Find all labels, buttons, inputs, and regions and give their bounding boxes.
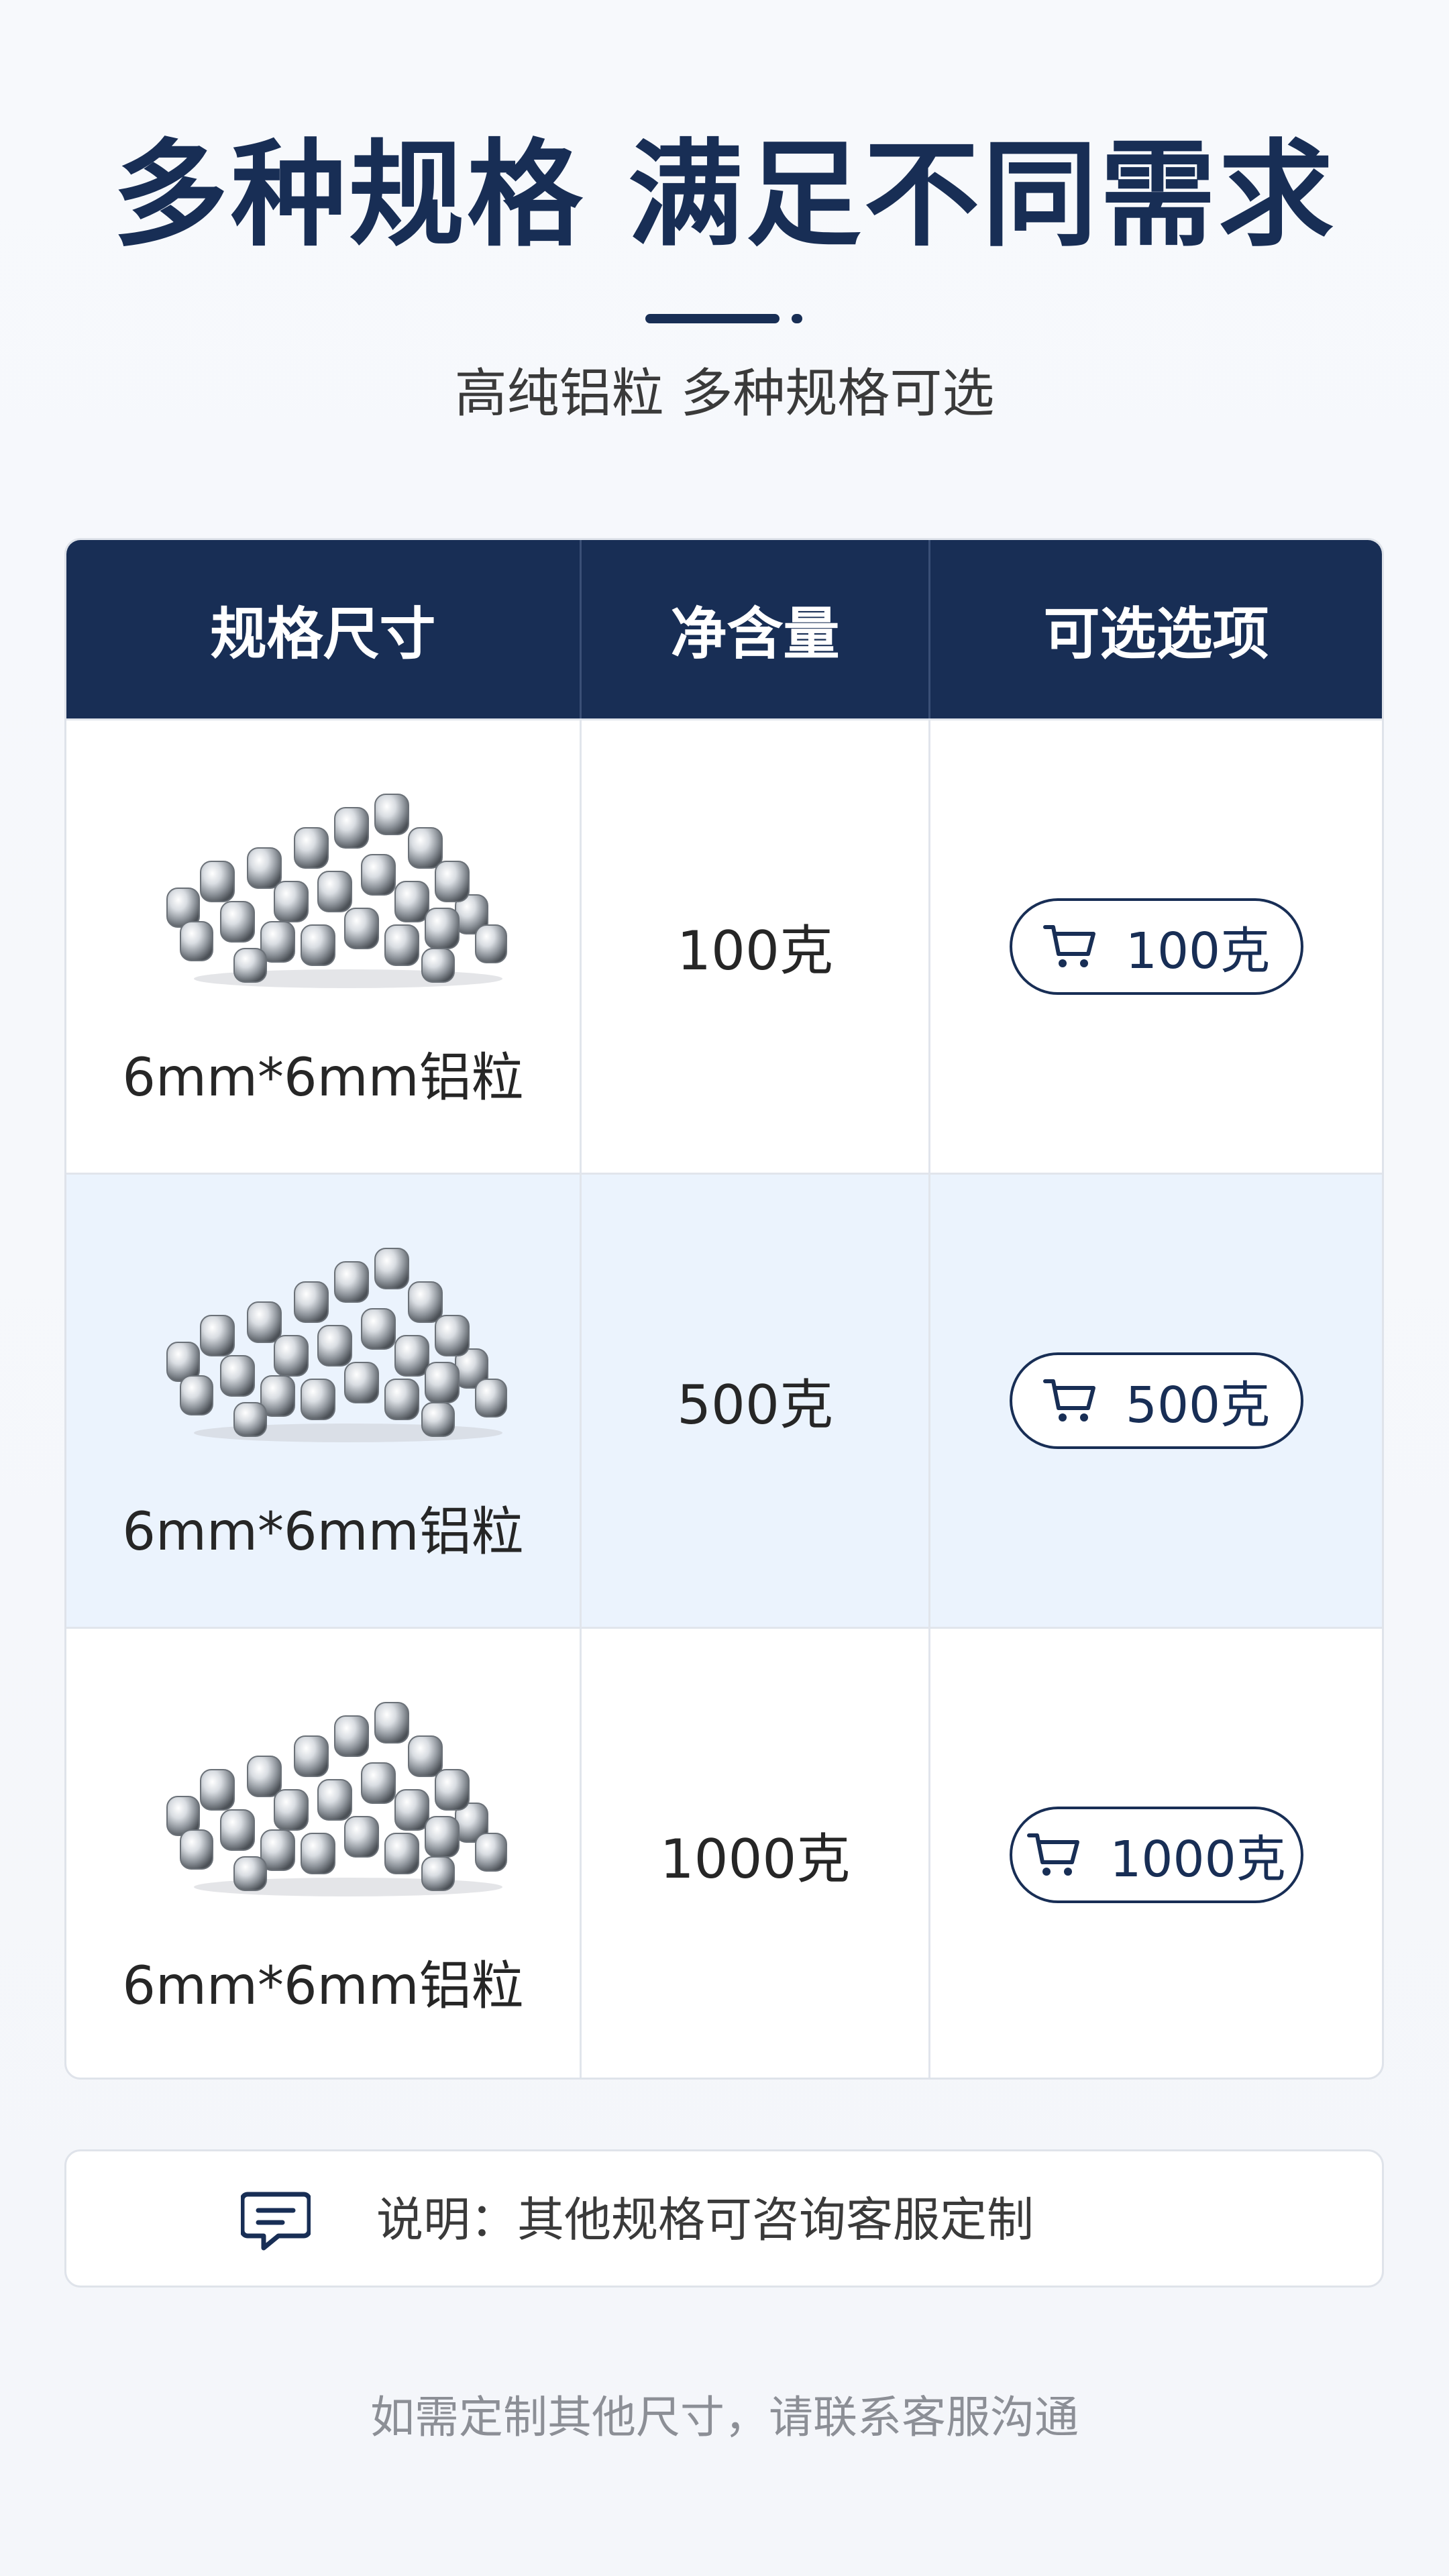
page-subtitle: 高纯铝粒 多种规格可选	[454, 364, 995, 424]
aluminum-pellets-image	[160, 1242, 536, 1443]
spec-cell: 6mm*6mm铝粒	[66, 1175, 580, 1627]
spec-label: 6mm*6mm铝粒	[122, 1956, 524, 2017]
page-title: 多种规格 满足不同需求	[113, 127, 1336, 262]
option-label: 100克	[1125, 922, 1271, 980]
header-options: 可选选项	[1043, 600, 1269, 667]
weight-cell: 1000克	[659, 1828, 851, 1890]
spec-cell: 6mm*6mm铝粒	[66, 1629, 580, 2078]
column-divider	[928, 718, 930, 2078]
cart-icon	[1042, 1377, 1097, 1424]
chat-bubble-icon	[241, 2192, 311, 2251]
note-text: 说明：其他规格可咨询客服定制	[376, 2192, 1034, 2247]
footer-text: 如需定制其他尺寸，请联系客服沟通	[370, 2392, 1079, 2443]
table-row: 6mm*6mm铝粒 1000克 1000克	[66, 1627, 1382, 2078]
option-1000g-button[interactable]: 1000克	[1009, 1807, 1303, 1903]
cart-icon	[1042, 923, 1097, 970]
spec-label: 6mm*6mm铝粒	[122, 1048, 524, 1108]
cart-icon	[1026, 1831, 1081, 1878]
column-divider	[580, 718, 582, 2078]
spec-cell: 6mm*6mm铝粒	[66, 720, 580, 1173]
title-underline	[645, 314, 780, 323]
note-box: 说明：其他规格可咨询客服定制	[64, 2149, 1384, 2288]
option-500g-button[interactable]: 500克	[1009, 1352, 1303, 1449]
weight-cell: 500克	[677, 1374, 833, 1436]
spec-table: 规格尺寸 净含量 可选选项 6mm*6mm铝粒 100克 100克 6mm*6m…	[64, 538, 1384, 2080]
header-weight: 净含量	[670, 600, 840, 667]
option-label: 1000克	[1110, 1830, 1286, 1888]
table-row: 6mm*6mm铝粒 100克 100克	[66, 718, 1382, 1173]
aluminum-pellets-image	[160, 788, 536, 989]
aluminum-pellets-image	[160, 1696, 536, 1897]
table-header: 规格尺寸 净含量 可选选项	[66, 540, 1382, 718]
weight-cell: 100克	[677, 920, 833, 982]
option-cell: 500克	[930, 1175, 1382, 1627]
title-underline-dot	[792, 314, 802, 323]
option-cell: 100克	[930, 720, 1382, 1173]
spec-label: 6mm*6mm铝粒	[122, 1502, 524, 1562]
table-row: 6mm*6mm铝粒 500克 500克	[66, 1173, 1382, 1627]
option-100g-button[interactable]: 100克	[1009, 898, 1303, 995]
option-label: 500克	[1125, 1376, 1271, 1434]
header-spec: 规格尺寸	[210, 600, 436, 667]
option-cell: 1000克	[930, 1629, 1382, 2078]
